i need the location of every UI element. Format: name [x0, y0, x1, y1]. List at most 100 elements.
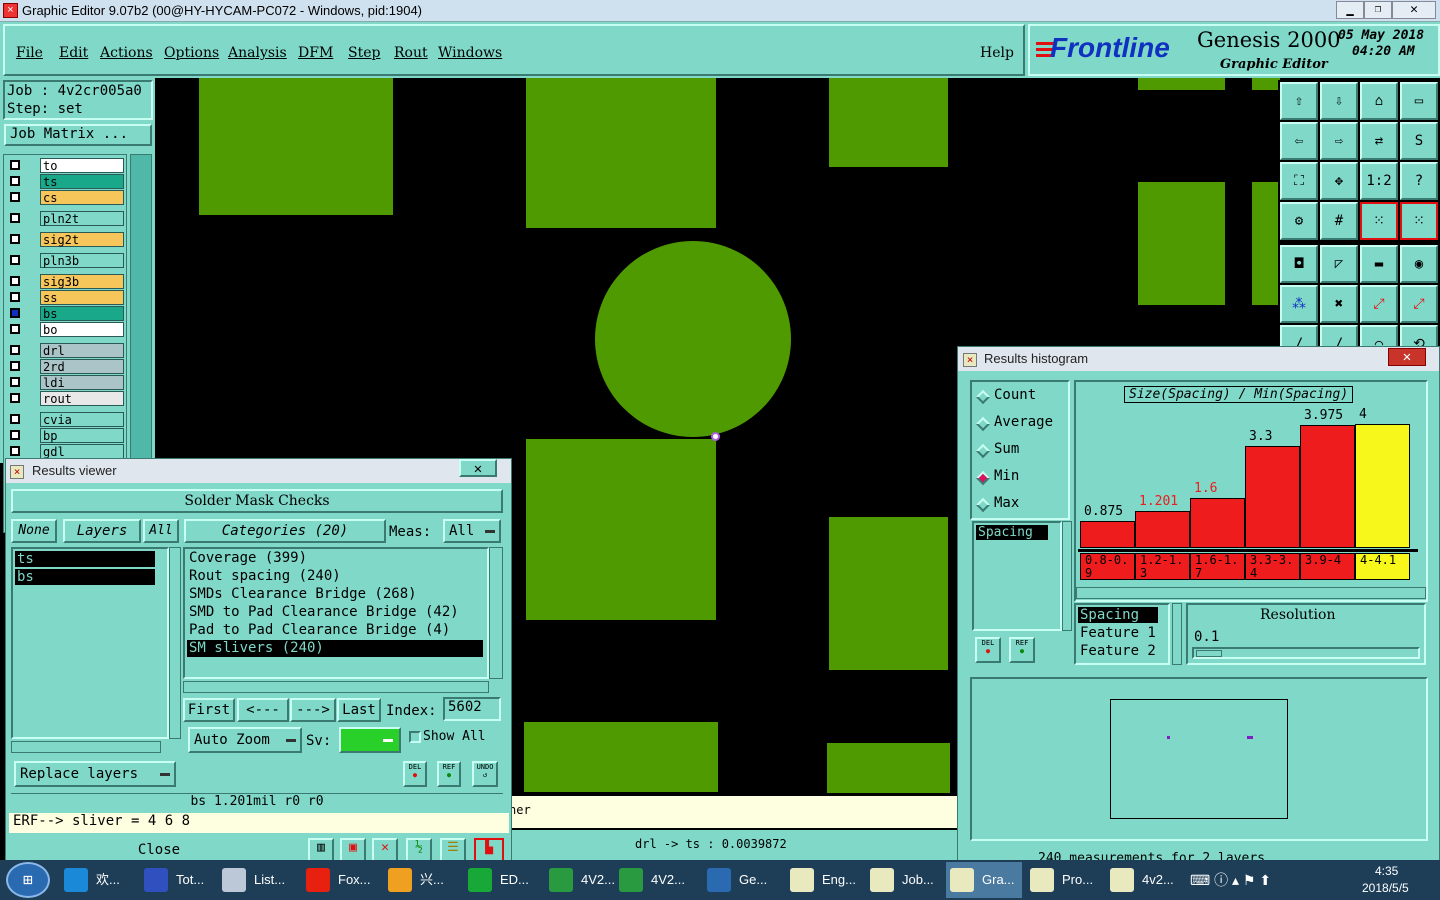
histogram-bar[interactable]: [1245, 446, 1300, 548]
index-input[interactable]: 5602: [443, 697, 501, 721]
menu-rout[interactable]: Rout: [394, 45, 428, 61]
layer-name[interactable]: ldi: [40, 375, 124, 390]
layer-checkbox[interactable]: [10, 345, 20, 355]
measure-icon[interactable]: ⤢: [1360, 285, 1398, 323]
layer-checkbox[interactable]: [10, 414, 20, 424]
category-list-hscroll[interactable]: [183, 681, 489, 693]
maximize-button[interactable]: ❐: [1364, 1, 1392, 19]
pad-feature[interactable]: [1252, 78, 1280, 90]
layer-name[interactable]: cvia: [40, 412, 124, 427]
layer-row-gdl[interactable]: gdl: [6, 444, 124, 459]
field-item[interactable]: Feature 1: [1078, 625, 1168, 641]
result-layer-item[interactable]: ts: [15, 551, 155, 567]
chart-hscroll[interactable]: [1076, 587, 1426, 599]
layer-results-list[interactable]: ts bs: [11, 547, 169, 739]
layer-name[interactable]: 2rd: [40, 359, 124, 374]
menu-help[interactable]: Help: [980, 45, 1014, 61]
layer-row-to[interactable]: to: [6, 158, 124, 173]
close-results-button[interactable]: Close: [9, 840, 309, 862]
snap-icon[interactable]: S: [1400, 122, 1438, 160]
category-item[interactable]: Rout spacing (240): [187, 568, 483, 585]
ref-button[interactable]: REF ●: [437, 761, 461, 787]
category-item[interactable]: SMD to Pad Clearance Bridge (42): [187, 604, 483, 621]
pad-feature[interactable]: [827, 743, 950, 793]
mode-label[interactable]: Average: [994, 414, 1053, 430]
auto-zoom-select[interactable]: Auto Zoom: [188, 727, 302, 753]
results-viewer-close-icon[interactable]: ✕: [459, 459, 497, 477]
taskbar-item[interactable]: Pro...: [1026, 862, 1102, 898]
zoom-fit-icon[interactable]: ⛶: [1280, 162, 1318, 200]
field-item[interactable]: Spacing: [1078, 607, 1158, 623]
pad-feature[interactable]: [524, 722, 718, 792]
layer-name[interactable]: drl: [40, 343, 124, 358]
layer-name[interactable]: pln3b: [40, 253, 124, 268]
layer-row-pln3b[interactable]: pln3b: [6, 253, 124, 268]
histogram-close-icon[interactable]: ✕: [1388, 348, 1426, 366]
histogram-icon[interactable]: ▙: [474, 838, 504, 862]
hist-ref-button[interactable]: REF ●: [1009, 637, 1035, 663]
category-item[interactable]: Coverage (399): [187, 550, 483, 567]
pan-down-icon[interactable]: ⇩: [1320, 82, 1358, 120]
net-alt-icon[interactable]: ⁙: [1400, 202, 1438, 240]
settings-icon[interactable]: ⚙: [1280, 202, 1318, 240]
replace-layers-select[interactable]: Replace layers: [14, 761, 176, 787]
layer-row-pln2t[interactable]: pln2t: [6, 211, 124, 226]
pad-feature[interactable]: [1138, 182, 1225, 305]
histogram-bar[interactable]: [1355, 424, 1410, 548]
taskbar-item[interactable]: Eng...: [786, 862, 862, 898]
histogram-bar[interactable]: [1080, 521, 1135, 548]
taskbar-item[interactable]: Fox...: [302, 862, 378, 898]
result-layer-item[interactable]: bs: [15, 569, 155, 585]
pad-feature[interactable]: [526, 78, 716, 228]
job-matrix-button[interactable]: Job Matrix ...: [4, 124, 152, 146]
target-icon[interactable]: ◉: [1400, 245, 1438, 283]
menu-dfm[interactable]: DFM: [298, 45, 333, 61]
layer-row-sig3b[interactable]: sig3b: [6, 274, 124, 289]
menu-options[interactable]: Options: [164, 45, 219, 61]
pan-right-icon[interactable]: ⇨: [1320, 122, 1358, 160]
prev-button[interactable]: <---: [237, 698, 289, 722]
layer-checkbox[interactable]: [10, 393, 20, 403]
pad-feature[interactable]: [1138, 78, 1225, 90]
taskbar-item[interactable]: 4V2...: [545, 862, 621, 898]
layer-name[interactable]: cs: [40, 190, 124, 205]
layer-checkbox[interactable]: [10, 361, 20, 371]
layer-checkbox[interactable]: [10, 192, 20, 202]
field-list-scrollbar[interactable]: [1172, 603, 1182, 665]
layer-checkbox[interactable]: [10, 276, 20, 286]
draw-line-icon[interactable]: ◸: [1320, 245, 1358, 283]
meas-select[interactable]: All: [443, 519, 501, 543]
menu-actions[interactable]: Actions: [100, 45, 153, 61]
layer-checkbox[interactable]: [10, 176, 20, 186]
taskbar-item[interactable]: ED...: [464, 862, 540, 898]
category-list[interactable]: Coverage (399) Rout spacing (240) SMDs Cle…: [183, 547, 489, 679]
layer-name[interactable]: rout: [40, 391, 124, 406]
mode-radio-min[interactable]: [975, 470, 991, 486]
mode-radio-max[interactable]: [975, 497, 991, 513]
last-button[interactable]: Last: [337, 698, 381, 722]
layer-row-drl[interactable]: drl: [6, 343, 124, 358]
pad-feature[interactable]: [829, 517, 948, 670]
notes-icon[interactable]: ☰: [440, 838, 466, 862]
taskbar-item[interactable]: 兴...: [384, 862, 460, 898]
category-item[interactable]: SM slivers (240): [187, 640, 483, 657]
layer-name[interactable]: bp: [40, 428, 124, 443]
connect-icon[interactable]: ⁂: [1280, 285, 1318, 323]
layer-row-ldi[interactable]: ldi: [6, 375, 124, 390]
slider-thumb[interactable]: [1196, 650, 1222, 657]
home-icon[interactable]: ⌂: [1360, 82, 1398, 120]
delete-results-icon[interactable]: ✕: [372, 838, 398, 862]
round-pad-feature[interactable]: [595, 241, 791, 437]
zoom-1to2-icon[interactable]: 1:2: [1360, 162, 1398, 200]
layer-name[interactable]: to: [40, 158, 124, 173]
ruler-icon[interactable]: ▬: [1360, 245, 1398, 283]
layer-row-ss[interactable]: ss: [6, 290, 124, 305]
pan-up-icon[interactable]: ⇧: [1280, 82, 1318, 120]
menu-file[interactable]: File: [16, 45, 43, 61]
mirror-icon[interactable]: ⇄: [1360, 122, 1398, 160]
taskbar-item[interactable]: 欢...: [60, 862, 136, 898]
layer-row-cvia[interactable]: cvia: [6, 412, 124, 427]
all-button[interactable]: All: [143, 519, 179, 543]
taskbar-item[interactable]: 4v2...: [1106, 862, 1182, 898]
layer-list-scrollbar[interactable]: [169, 547, 181, 739]
